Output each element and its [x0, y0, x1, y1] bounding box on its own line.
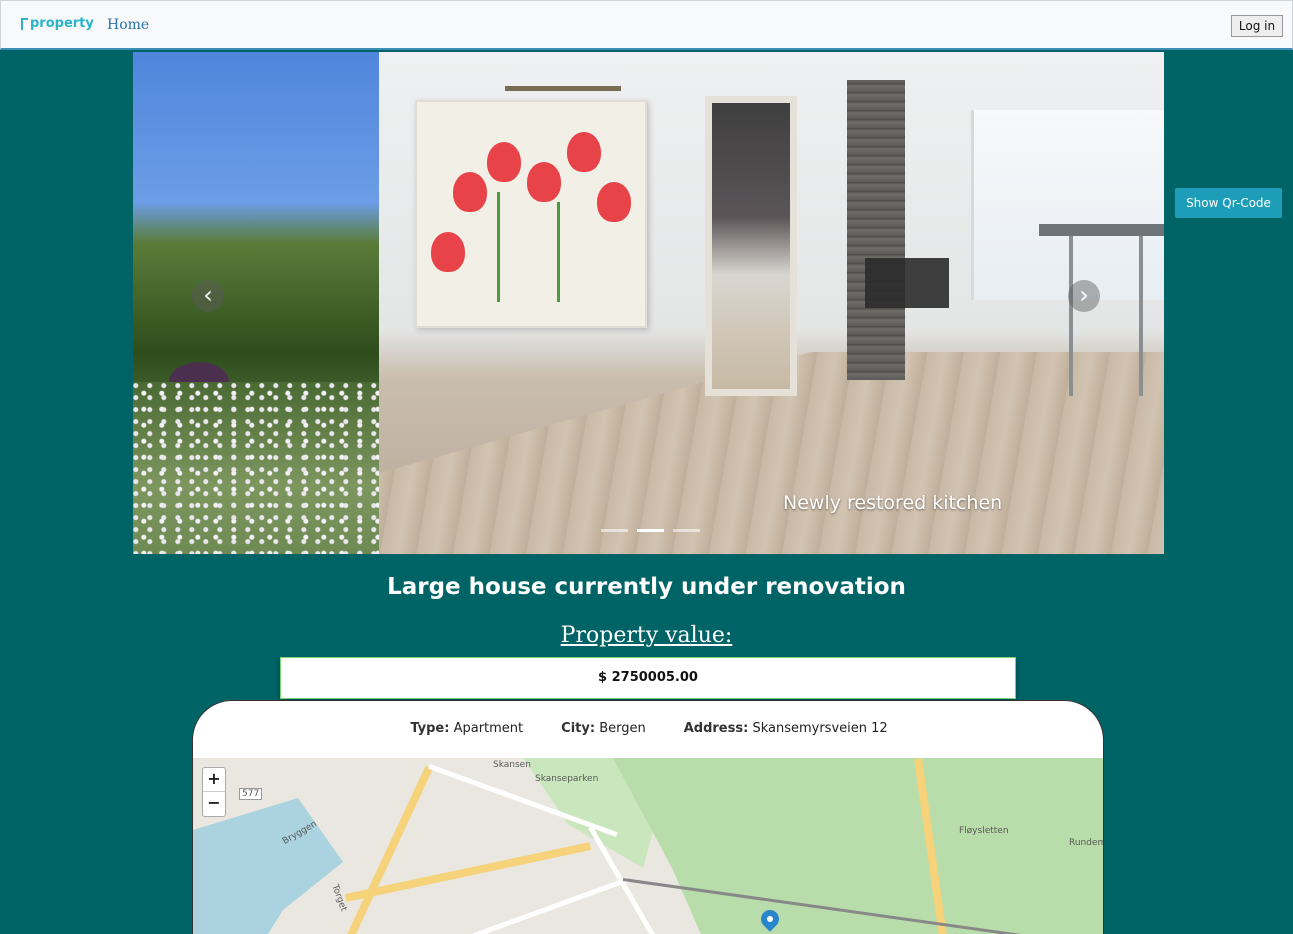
tulip-shape — [527, 162, 561, 202]
property-value: $ 2750005.00 — [280, 657, 1016, 699]
zoom-out-button[interactable]: − — [203, 792, 225, 816]
map-label: Skanseparken — [535, 774, 599, 784]
listing-title: Large house currently under renovation — [387, 574, 906, 600]
tulip-painting — [415, 100, 647, 328]
type-value: Apartment — [453, 721, 524, 736]
brand-logo[interactable]: property — [21, 16, 94, 31]
map-road — [341, 765, 433, 934]
windows — [971, 110, 1164, 300]
carousel-next-button[interactable]: › — [1068, 280, 1100, 312]
doorway — [705, 96, 797, 396]
carousel-prev-button[interactable]: ‹ — [192, 280, 224, 312]
tulip-shape — [597, 182, 631, 222]
city-value: Bergen — [599, 721, 646, 736]
nav-home-link[interactable]: Home — [107, 17, 149, 33]
garden-slide-image — [133, 52, 379, 554]
type-info: Type: Apartment — [410, 721, 523, 736]
chevron-right-icon: › — [1079, 281, 1089, 309]
property-details-card: Type: Apartment City: Bergen Address: Sk… — [192, 700, 1104, 934]
carousel-indicator[interactable] — [673, 529, 700, 532]
navbar: property Home Log in — [0, 0, 1293, 50]
tulip-shape — [431, 232, 465, 272]
dining-table — [1039, 224, 1164, 236]
tulip-shape — [567, 132, 601, 172]
tulip-shape — [453, 172, 487, 212]
kitchen-slide-image — [379, 52, 1164, 554]
map-forest — [613, 758, 1103, 934]
carousel-caption: Newly restored kitchen — [783, 492, 1003, 514]
map-zoom-control: + − — [202, 767, 226, 817]
carousel-indicators — [601, 529, 700, 532]
map-label: Rundemanen — [1069, 838, 1103, 848]
map-label: 577 — [239, 788, 263, 800]
stem-shape — [557, 202, 560, 302]
picture-lamp — [505, 86, 621, 91]
tv-stand — [865, 258, 949, 308]
brand-icon — [21, 17, 28, 30]
carousel-indicator-active[interactable] — [637, 529, 664, 532]
stem-shape — [497, 192, 500, 302]
property-value-label: Property value: — [560, 623, 733, 648]
image-carousel[interactable]: ‹ › Newly restored kitchen — [133, 52, 1164, 554]
login-button[interactable]: Log in — [1231, 15, 1283, 37]
table-leg — [1069, 236, 1073, 396]
map-water — [193, 798, 343, 934]
map-label: Skansen — [493, 760, 531, 770]
map-road — [457, 877, 629, 934]
show-qr-code-button[interactable]: Show Qr-Code — [1175, 188, 1282, 218]
brand-name: property — [30, 16, 94, 31]
map-label: Fløysletten — [959, 826, 1009, 836]
tulip-shape — [487, 142, 521, 182]
address-label: Address: — [683, 721, 749, 736]
city-info: City: Bergen — [561, 721, 646, 736]
chevron-left-icon: ‹ — [203, 281, 213, 309]
table-leg — [1139, 236, 1143, 396]
zoom-in-button[interactable]: + — [203, 768, 225, 792]
address-info: Address: Skansemyrsveien 12 — [684, 721, 888, 736]
carousel-indicator[interactable] — [601, 529, 628, 532]
city-label: City: — [561, 721, 596, 736]
location-map[interactable]: Skansen Skanseparken Fløysletten Rundema… — [193, 758, 1103, 934]
flowers-shape — [133, 382, 379, 554]
address-value: Skansemyrsveien 12 — [752, 721, 888, 736]
stone-wall — [847, 80, 905, 380]
property-info-row: Type: Apartment City: Bergen Address: Sk… — [193, 721, 1103, 736]
type-label: Type: — [410, 721, 450, 736]
